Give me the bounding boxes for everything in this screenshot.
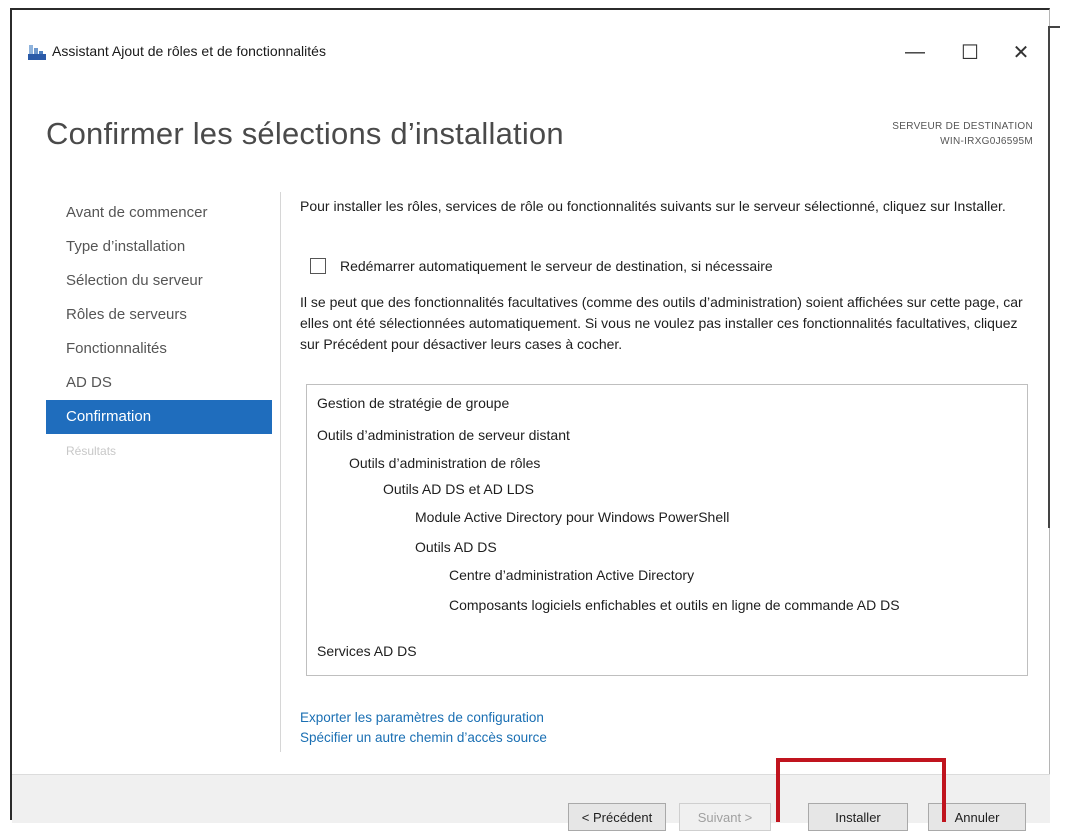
export-configuration-link[interactable]: Exporter les paramètres de configuration (300, 710, 544, 725)
list-item: Outils AD DS et AD LDS (383, 481, 534, 497)
minimize-button[interactable]: — (892, 32, 938, 72)
nav-item-roles-serveurs[interactable]: Rôles de serveurs (46, 298, 272, 332)
list-item: Composants logiciels enfichables et outi… (449, 597, 900, 613)
install-highlight-box (776, 758, 946, 822)
list-item: Outils d’administration de serveur dista… (317, 427, 570, 443)
nav-item-type-installation[interactable]: Type d’installation (46, 230, 272, 264)
server-manager-icon (28, 45, 46, 60)
wizard-steps-nav: Avant de commencer Type d’installation S… (46, 196, 272, 468)
restart-checkbox-label[interactable]: Redémarrer automatiquement le serveur de… (340, 258, 773, 274)
minimize-icon: — (905, 40, 925, 63)
destination-label: SERVEUR DE DESTINATION (892, 121, 1033, 132)
nav-item-resultats: Résultats (66, 444, 117, 458)
destination-server-name: WIN-IRXG0J6595M (940, 136, 1033, 147)
next-button: Suivant > (679, 803, 771, 831)
nav-item-selection-serveur[interactable]: Sélection du serveur (46, 264, 272, 298)
features-list[interactable]: Gestion de stratégie de groupe Outils d’… (306, 384, 1028, 676)
list-item: Module Active Directory pour Windows Pow… (415, 509, 730, 525)
list-item: Outils AD DS (415, 539, 497, 555)
wizard-window: Assistant Ajout de rôles et de fonctionn… (10, 8, 1050, 831)
title-bar[interactable]: Assistant Ajout de rôles et de fonctionn… (12, 10, 1049, 74)
list-item: Outils d’administration de rôles (349, 455, 541, 471)
nav-item-ad-ds[interactable]: AD DS (46, 366, 272, 400)
restart-checkbox[interactable] (310, 258, 326, 274)
optional-features-info: Il se peut que des fonctionnalités facul… (300, 294, 1023, 352)
maximize-button[interactable]: ☐ (947, 32, 993, 72)
previous-button[interactable]: < Précédent (568, 803, 666, 831)
alternate-source-path-link[interactable]: Spécifier un autre chemin d’accès source (300, 730, 547, 745)
page-title: Confirmer les sélections d’installation (46, 116, 564, 151)
window-title: Assistant Ajout de rôles et de fonctionn… (52, 43, 326, 59)
nav-divider (280, 192, 281, 752)
nav-item-fonctionnalites[interactable]: Fonctionnalités (46, 332, 272, 366)
nav-item-avant-de-commencer[interactable]: Avant de commencer (46, 196, 272, 230)
close-icon: ✕ (1012, 41, 1030, 64)
destination-server-info: SERVEUR DE DESTINATION WIN-IRXG0J6595M (892, 119, 1033, 149)
list-item: Gestion de stratégie de groupe (317, 395, 510, 411)
close-button[interactable]: ✕ (998, 32, 1044, 72)
maximize-icon: ☐ (961, 41, 979, 64)
background-window-edge (1048, 26, 1060, 528)
content-area: Pour installer les rôles, services de rô… (300, 196, 1030, 745)
nav-item-confirmation[interactable]: Confirmation (46, 400, 272, 434)
restart-option[interactable]: Redémarrer automatiquement le serveur de… (310, 258, 773, 274)
list-item: Services AD DS (317, 643, 417, 659)
list-item: Centre d’administration Active Directory (449, 567, 695, 583)
intro-text: Pour installer les rôles, services de rô… (300, 198, 1006, 214)
